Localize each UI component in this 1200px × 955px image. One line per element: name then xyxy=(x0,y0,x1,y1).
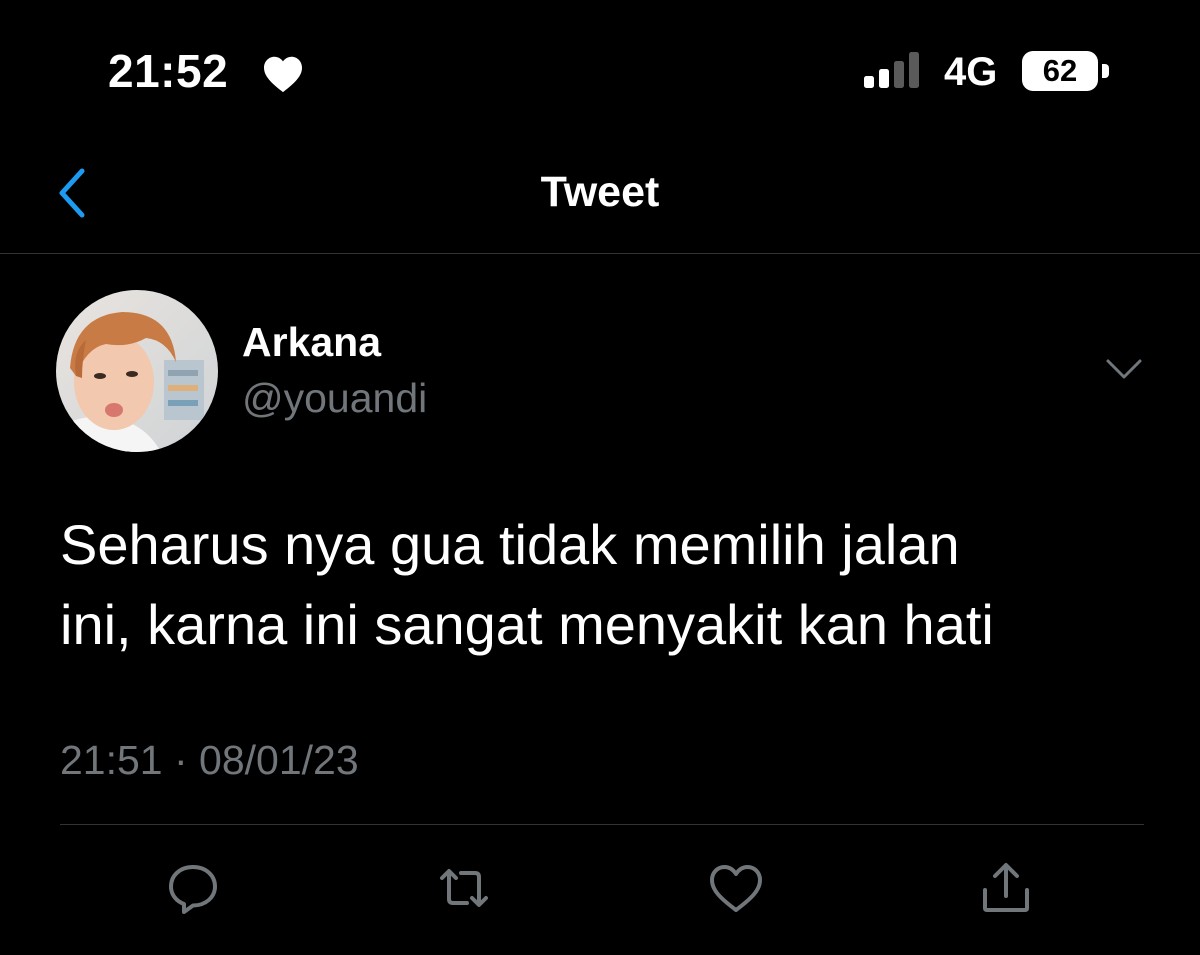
avatar-image xyxy=(56,290,218,452)
reply-icon xyxy=(169,865,217,914)
retweet-button[interactable] xyxy=(434,858,494,918)
avatar[interactable] xyxy=(56,290,218,452)
tweet-text: Seharus nya gua tidak memilih jalan ini,… xyxy=(60,505,1160,665)
retweet-icon xyxy=(440,869,488,907)
battery-tip xyxy=(1102,64,1109,78)
like-button[interactable] xyxy=(706,858,766,918)
share-icon xyxy=(983,863,1029,912)
heart-icon xyxy=(264,56,302,93)
tweet-text-line: ini, karna ini sangat menyakit kan hati xyxy=(60,593,994,656)
battery-indicator: 62 xyxy=(1022,51,1098,91)
author-name[interactable]: Arkana xyxy=(242,322,381,363)
share-button[interactable] xyxy=(976,858,1036,918)
signal-bars-icon xyxy=(864,52,919,88)
tweet-text-line: Seharus nya gua tidak memilih jalan xyxy=(60,513,960,576)
network-type: 4G xyxy=(944,50,998,94)
tweet-timestamp: 21:51 · 08/01/23 xyxy=(60,737,359,783)
page-title: Tweet xyxy=(540,168,660,216)
meta-divider xyxy=(60,824,1144,825)
author-handle[interactable]: @youandi xyxy=(242,378,427,419)
chevron-down-icon[interactable] xyxy=(1104,356,1144,382)
like-icon xyxy=(710,865,762,912)
status-time: 21:52 xyxy=(108,45,229,97)
reply-button[interactable] xyxy=(163,858,223,918)
header-divider xyxy=(0,253,1200,254)
